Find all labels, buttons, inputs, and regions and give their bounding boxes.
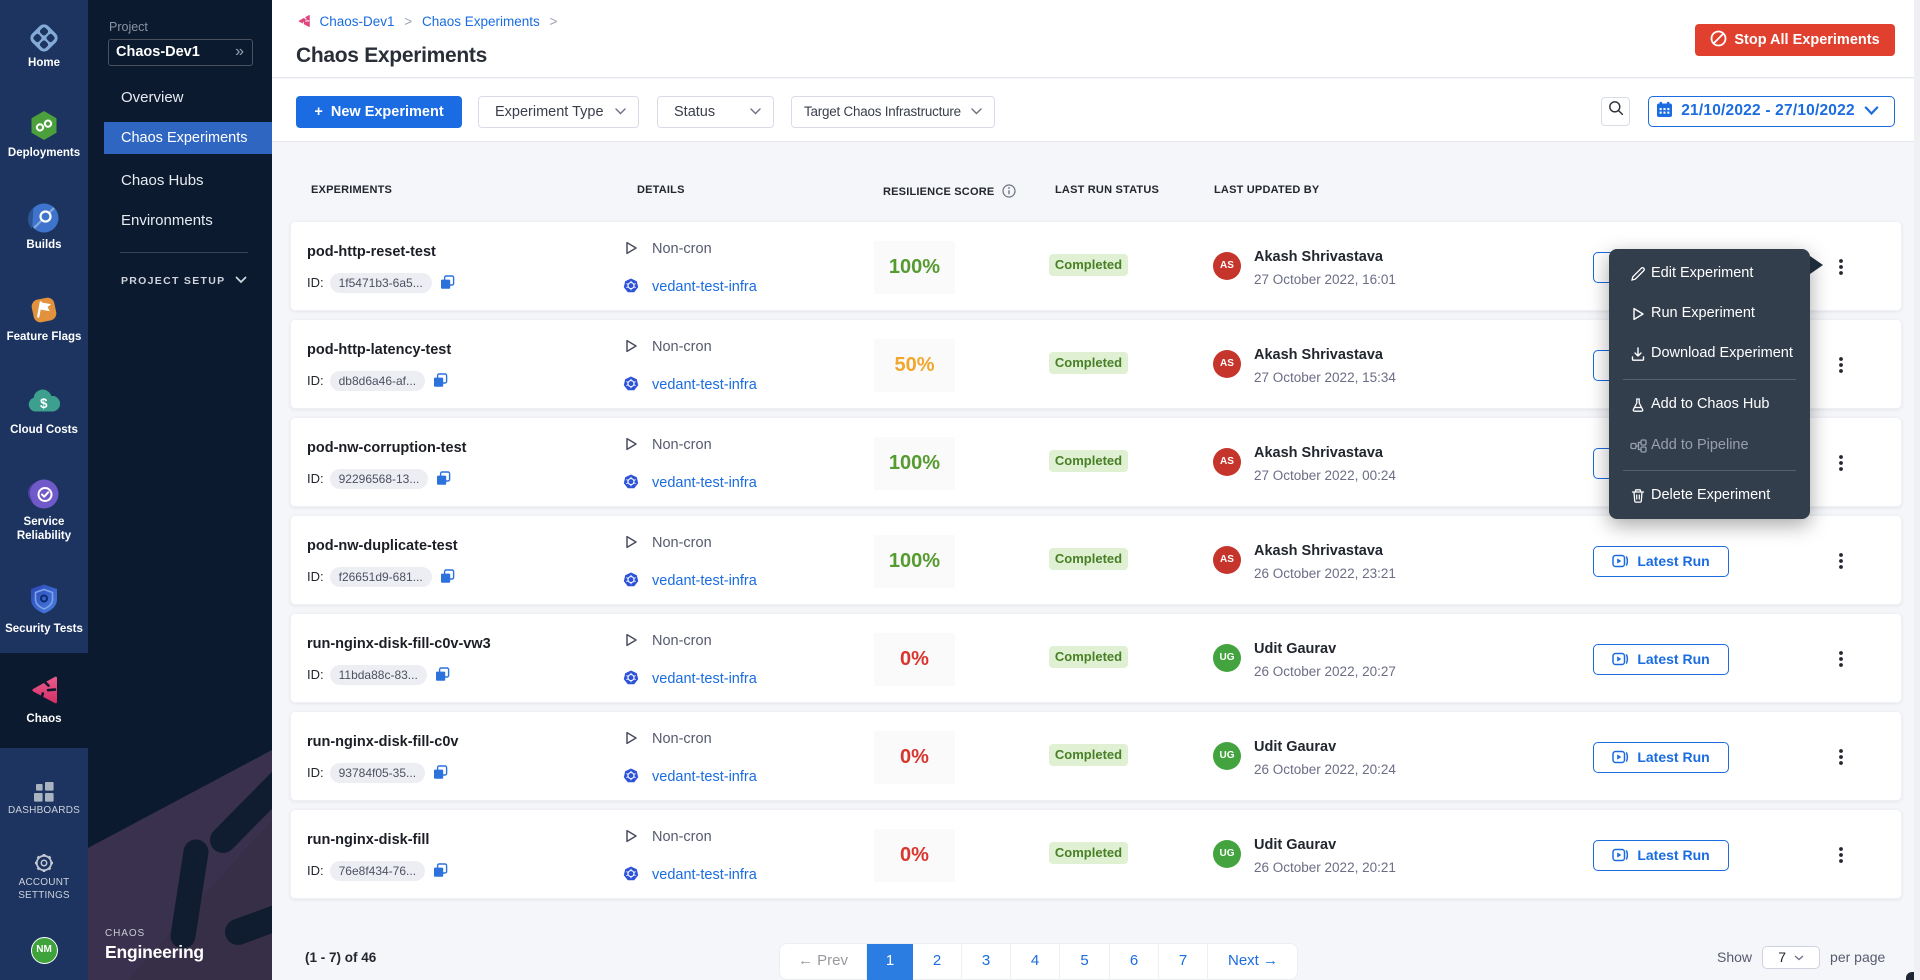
svg-text:$: $ <box>40 396 48 411</box>
